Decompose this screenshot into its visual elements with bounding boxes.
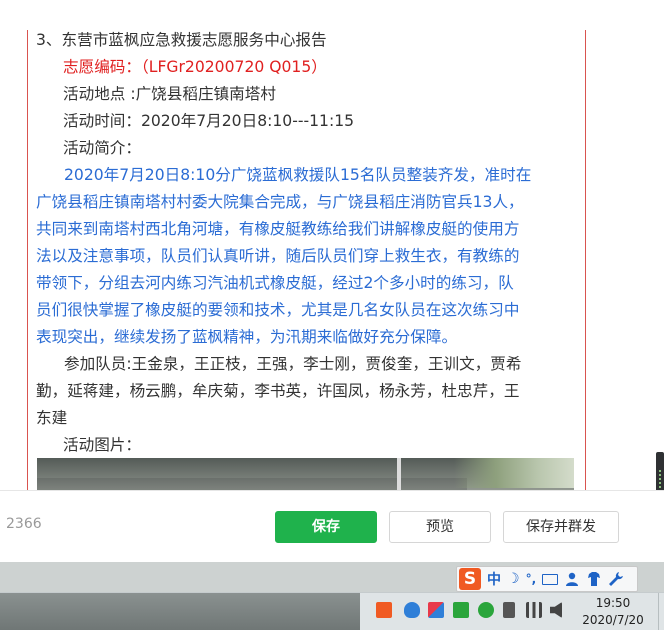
activity-photo[interactable] <box>37 458 574 490</box>
ime-language-toggle[interactable]: 中 <box>487 569 501 589</box>
moon-icon[interactable]: ☽ <box>507 571 520 587</box>
activity-time: 活动时间：2020年7月20日8:10---11:15 <box>63 112 355 130</box>
activity-location: 活动地点 :广饶县稻庄镇南塔村 <box>63 85 276 103</box>
intro-line: 法以及注意事项，队员们认真听讲，随后队员们穿上救生衣，有教练的 <box>36 247 520 265</box>
members-line: 勤，延蒋建，杨云鹏，牟庆菊，李书英，许国凤，杨永芳，杜忠芹，王 <box>36 382 520 400</box>
intro-line: 表现突出，继续发扬了蓝枫精神，为汛期来临做好充分保障。 <box>36 328 458 346</box>
editor-action-bar: 2366 保存 预览 保存并群发 <box>0 490 664 562</box>
intro-line: 2020年7月20日8:10分广饶蓝枫救援队15名队员整装齐发，准时在 <box>64 166 532 184</box>
save-button[interactable]: 保存 <box>275 511 377 543</box>
activity-photos-label: 活动图片： <box>63 436 141 454</box>
punctuation-icon[interactable]: °, <box>526 572 537 586</box>
taskbar-wallpaper-area <box>0 593 360 630</box>
user-icon[interactable] <box>564 571 580 587</box>
show-desktop-button[interactable] <box>658 593 664 630</box>
intro-line: 广饶县稻庄镇南塔村村委大院集合完成，与广饶县稻庄消防官兵13人， <box>36 193 524 211</box>
ime-toolbar[interactable]: S 中 ☽ °, <box>456 566 638 592</box>
clock-time[interactable]: 19:50 <box>590 596 636 610</box>
shield-icon[interactable] <box>404 602 420 618</box>
windows-taskbar: ▲ 19:50 2020/7/20 <box>0 592 664 630</box>
members-line: 东建 <box>36 409 68 427</box>
device-icon[interactable] <box>503 602 515 618</box>
wechat-icon[interactable] <box>478 602 494 618</box>
preview-button[interactable]: 预览 <box>389 511 491 543</box>
article-body[interactable]: 3、东营市蓝枫应急救援志愿服务中心报告 志愿编码：（LFGr20200720 Q… <box>27 30 586 490</box>
security-tray-icon[interactable] <box>453 602 469 618</box>
intro-line: 员们很快掌握了橡皮艇的要领和技术，尤其是几名女队员在这次练习中 <box>36 301 520 319</box>
screen: 3、东营市蓝枫应急救援志愿服务中心报告 志愿编码：（LFGr20200720 Q… <box>0 0 664 630</box>
app-tray-icon[interactable] <box>428 602 444 618</box>
photo-wall <box>37 478 467 490</box>
save-and-mass-send-button[interactable]: 保存并群发 <box>503 511 619 543</box>
wrench-icon[interactable] <box>608 571 624 587</box>
network-icon[interactable] <box>526 602 542 618</box>
intro-line: 共同来到南塔村西北角河塘，有橡皮艇教练给我们讲解橡皮艇的使用方 <box>36 220 520 238</box>
sogou-logo-icon[interactable]: S <box>459 568 481 590</box>
volunteer-code: 志愿编码：（LFGr20200720 Q015） <box>63 58 327 76</box>
members-line: 参加队员:王金泉，王正枝，王强，李士刚，贾俊奎，王训文，贾希 <box>64 355 522 373</box>
keyboard-icon[interactable] <box>542 573 559 585</box>
clock-date[interactable]: 2020/7/20 <box>578 613 648 627</box>
intro-line: 带领下，分组去河内练习汽油机式橡皮艇，经过2个多小时的练习，队 <box>36 274 514 292</box>
sogou-tray-icon[interactable] <box>376 602 392 618</box>
activity-intro-label: 活动简介： <box>63 139 141 157</box>
word-count: 2366 <box>6 516 42 532</box>
volume-icon[interactable] <box>550 602 562 618</box>
section-heading: 3、东营市蓝枫应急救援志愿服务中心报告 <box>36 31 327 49</box>
photo-foliage <box>454 458 574 488</box>
skin-icon[interactable] <box>586 571 602 587</box>
photo-pole <box>397 458 401 490</box>
